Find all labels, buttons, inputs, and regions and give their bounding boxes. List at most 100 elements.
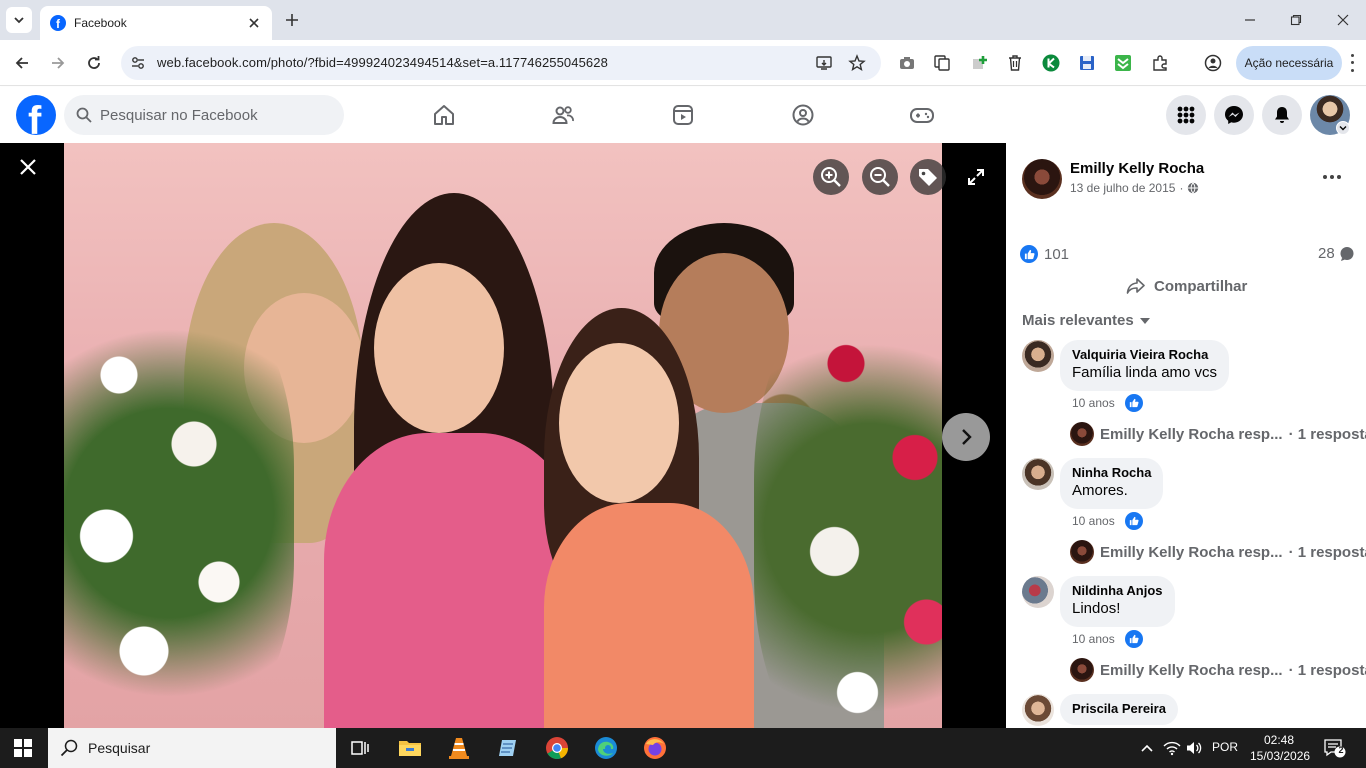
groups-icon <box>792 104 814 126</box>
start-button[interactable] <box>14 739 32 757</box>
reply-author: Emilly Kelly Rocha resp... <box>1100 661 1283 679</box>
browser-tab-facebook[interactable]: f Facebook <box>40 6 272 40</box>
view-replies-button[interactable]: Emilly Kelly Rocha resp... · 1 resposta <box>1070 658 1366 682</box>
reload-button[interactable] <box>82 51 106 75</box>
edge-button[interactable] <box>592 734 620 762</box>
account-menu-chevron[interactable] <box>1336 121 1350 135</box>
commenter-avatar[interactable] <box>1022 694 1054 726</box>
windows-taskbar: Pesquisar POR 02:48 15/03/2026 2 <box>0 728 1366 768</box>
comment-like-icon <box>1124 630 1143 648</box>
copy-icon <box>934 55 950 71</box>
commenter-avatar[interactable] <box>1022 340 1054 372</box>
comment-meta: 10 anos <box>1072 394 1143 412</box>
bookmark-button[interactable] <box>848 54 866 72</box>
firefox-button[interactable] <box>641 734 669 762</box>
green-plus-icon <box>973 56 987 69</box>
trash-icon <box>1009 55 1021 71</box>
arrow-left-icon <box>15 57 28 69</box>
close-window-button[interactable] <box>1333 10 1353 30</box>
family-photo[interactable] <box>64 143 942 728</box>
star-icon <box>848 54 866 71</box>
comments-count-button[interactable]: 28 <box>1318 245 1355 262</box>
tab-search-button[interactable] <box>6 7 32 33</box>
post-date-text[interactable]: 13 de julho de 2015 <box>1070 181 1175 195</box>
extension-green-plus[interactable] <box>969 53 989 73</box>
back-button[interactable] <box>10 51 34 75</box>
facebook-search-input[interactable] <box>100 106 320 124</box>
comment-time[interactable]: 10 anos <box>1072 632 1115 646</box>
profile-button[interactable] <box>1203 53 1223 73</box>
zoom-out-button[interactable] <box>862 159 898 195</box>
tag-photo-button[interactable] <box>910 159 946 195</box>
post-options-button[interactable] <box>1322 167 1342 187</box>
extension-trash[interactable] <box>1005 53 1025 73</box>
action-required-button[interactable]: Ação necessária <box>1236 46 1342 80</box>
site-info-button[interactable] <box>129 54 147 72</box>
tab-close-button[interactable] <box>246 15 262 31</box>
share-button[interactable]: Compartilhar <box>1126 277 1247 295</box>
network-button[interactable] <box>1162 738 1182 758</box>
tray-overflow-button[interactable] <box>1138 738 1156 758</box>
address-bar[interactable]: web.facebook.com/photo/?fbid=49992402349… <box>121 46 881 80</box>
menu-button[interactable] <box>1166 95 1206 135</box>
messenger-button[interactable] <box>1214 95 1254 135</box>
tag-icon <box>919 169 937 186</box>
nav-friends[interactable] <box>549 101 577 129</box>
extensions-button[interactable] <box>1150 53 1170 73</box>
comment-time[interactable]: 10 anos <box>1072 396 1115 410</box>
nav-video[interactable] <box>669 101 697 129</box>
next-photo-button[interactable] <box>942 413 990 461</box>
restore-button[interactable] <box>1286 10 1306 30</box>
commenter-name[interactable]: Priscila Pereira <box>1072 701 1166 717</box>
taskbar-clock[interactable]: 02:48 15/03/2026 <box>1250 732 1310 764</box>
fullscreen-button[interactable] <box>964 165 988 189</box>
browser-menu-button[interactable] <box>1346 52 1358 74</box>
close-viewer-button[interactable] <box>16 155 40 179</box>
install-app-button[interactable] <box>815 54 833 72</box>
notification-center-button[interactable]: 2 <box>1324 738 1346 758</box>
commenter-name[interactable]: Nildinha Anjos <box>1072 583 1163 599</box>
comment-time[interactable]: 10 anos <box>1072 514 1115 528</box>
commenter-name[interactable]: Valquiria Vieira Rocha <box>1072 347 1217 363</box>
commenter-avatar[interactable] <box>1022 458 1054 490</box>
notepad-button[interactable] <box>494 734 522 762</box>
view-replies-button[interactable]: Emilly Kelly Rocha resp... · 1 resposta <box>1070 540 1366 564</box>
extension-camera[interactable] <box>897 53 917 73</box>
nav-gaming[interactable] <box>908 101 936 129</box>
close-icon <box>249 18 259 28</box>
extension-download[interactable] <box>1113 53 1133 73</box>
file-explorer-button[interactable] <box>396 734 424 762</box>
facebook-header: f <box>0 87 1366 143</box>
extension-save[interactable] <box>1077 53 1097 73</box>
chevron-down-icon <box>14 17 24 24</box>
zoom-in-button[interactable] <box>813 159 849 195</box>
task-view-button[interactable] <box>346 734 374 762</box>
new-tab-button[interactable] <box>282 10 302 30</box>
nav-groups[interactable] <box>789 101 817 129</box>
author-avatar[interactable] <box>1022 159 1062 199</box>
reactions-summary[interactable]: 101 <box>1020 245 1069 263</box>
extension-copy[interactable] <box>932 53 952 73</box>
photo-flowers <box>754 293 942 728</box>
taskbar-search-label: Pesquisar <box>88 740 151 756</box>
vlc-button[interactable] <box>445 734 473 762</box>
forward-button[interactable] <box>46 51 70 75</box>
author-name[interactable]: Emilly Kelly Rocha <box>1070 160 1204 177</box>
minimize-button[interactable] <box>1240 10 1260 30</box>
taskbar-search[interactable]: Pesquisar <box>48 728 336 768</box>
comment-sort-dropdown[interactable]: Mais relevantes <box>1022 312 1150 329</box>
facebook-search-box[interactable] <box>64 95 344 135</box>
extension-k[interactable] <box>1041 53 1061 73</box>
notifications-button[interactable] <box>1262 95 1302 135</box>
photo-figure <box>544 503 754 728</box>
volume-button[interactable] <box>1184 738 1204 758</box>
commenter-avatar[interactable] <box>1022 576 1054 608</box>
facebook-logo[interactable]: f <box>16 95 56 135</box>
url-text[interactable]: web.facebook.com/photo/?fbid=49992402349… <box>157 55 608 70</box>
nav-home[interactable] <box>430 101 458 129</box>
view-replies-button[interactable]: Emilly Kelly Rocha resp... · 1 resposta <box>1070 422 1366 446</box>
photo-viewer <box>0 143 1006 728</box>
chrome-button[interactable] <box>543 734 571 762</box>
language-indicator[interactable]: POR <box>1212 740 1238 754</box>
commenter-name[interactable]: Ninha Rocha <box>1072 465 1151 481</box>
